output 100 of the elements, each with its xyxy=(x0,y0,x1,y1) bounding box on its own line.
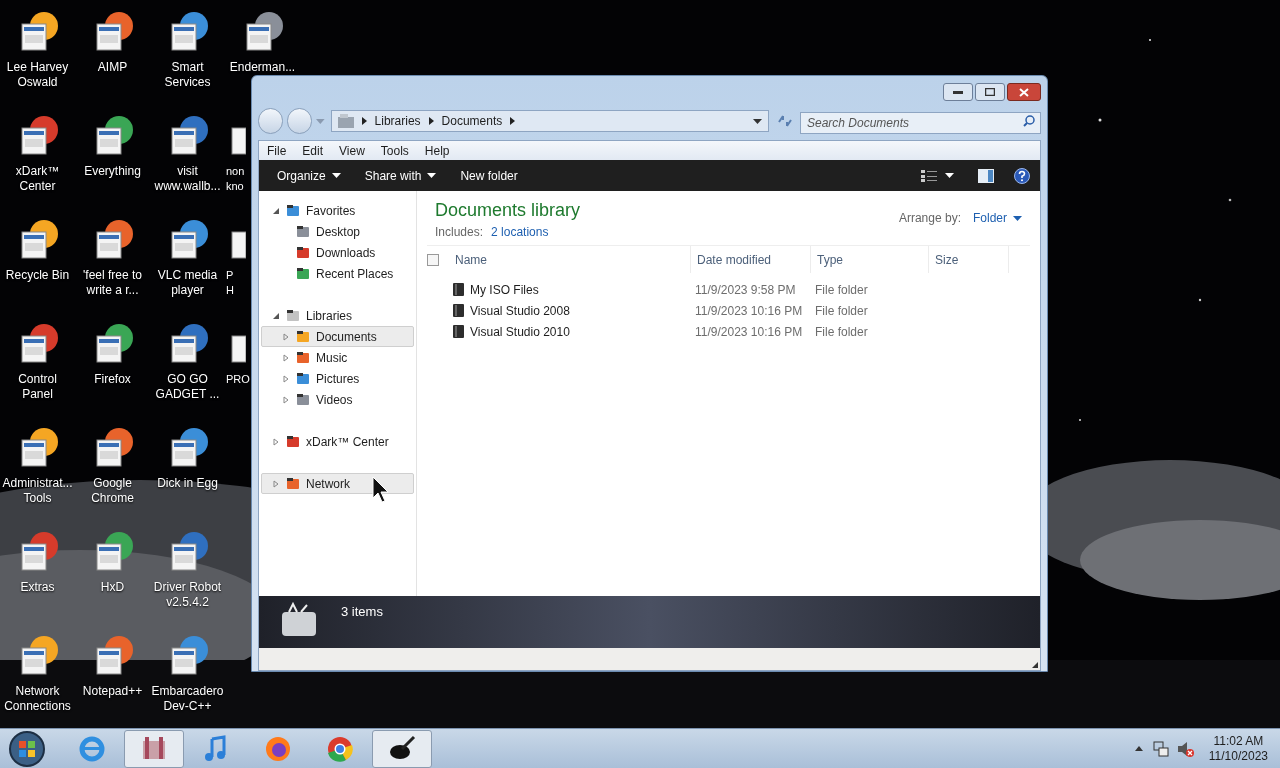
caret-icon xyxy=(1013,215,1022,221)
file-name[interactable]: Visual Studio 2008 xyxy=(470,301,570,320)
desktop-icon-label[interactable]: Administrat... Tools xyxy=(2,476,73,506)
desktop-icon-label[interactable]: PRO xyxy=(226,372,250,387)
nav-item[interactable]: xDark™ Center xyxy=(261,431,414,452)
minimize-button[interactable] xyxy=(943,83,973,101)
desktop-icon-label[interactable]: VLC media player xyxy=(157,268,218,298)
breadcrumb-arrow-icon[interactable] xyxy=(510,117,516,125)
desktop-icon-label[interactable]: Everything xyxy=(84,164,141,179)
expander-icon[interactable] xyxy=(282,353,290,362)
folder-icon xyxy=(286,435,300,448)
desktop-icon-label[interactable]: xDark™ Center xyxy=(15,164,60,194)
taskbar-button[interactable] xyxy=(372,729,432,768)
nav-item[interactable]: Recent Places xyxy=(261,263,414,284)
nav-item[interactable]: Documents xyxy=(261,326,414,347)
nav-item[interactable]: Libraries xyxy=(261,305,414,326)
fox-browser-icon xyxy=(264,734,292,763)
locations-link[interactable]: 2 locations xyxy=(491,223,549,241)
help-icon[interactable] xyxy=(1014,167,1030,184)
arrange-by-label: Arrange by: xyxy=(898,210,961,227)
expander-icon[interactable] xyxy=(282,374,290,383)
desktop-icon-label[interactable]: Recycle Bin xyxy=(5,268,70,283)
column-header[interactable]: Type xyxy=(811,246,929,273)
desktop-icon-label[interactable]: non kno xyxy=(226,164,245,194)
desktop-icon-label[interactable]: Google Chrome xyxy=(91,476,134,506)
nav-item[interactable]: Pictures xyxy=(261,368,414,389)
folder-icon xyxy=(296,267,310,280)
desktop-icon-label[interactable]: Firefox xyxy=(94,372,131,387)
folder-icon xyxy=(296,372,310,385)
view-list-icon[interactable] xyxy=(921,169,937,182)
folder-icon xyxy=(453,283,464,296)
show-hidden-icons-icon[interactable] xyxy=(1134,746,1143,751)
column-header[interactable]: Size xyxy=(929,246,1009,273)
breadcrumb-arrow-icon[interactable] xyxy=(361,117,367,125)
nav-item[interactable]: Videos xyxy=(261,389,414,410)
file-type: File folder xyxy=(815,281,869,299)
start-button[interactable] xyxy=(6,729,48,768)
close-button[interactable] xyxy=(1007,83,1041,101)
menu-item[interactable]: Tools xyxy=(380,141,409,160)
file-name[interactable]: My ISO Files xyxy=(470,280,539,299)
toolbar-button[interactable]: New folder xyxy=(452,163,526,188)
refresh-icon[interactable] xyxy=(776,114,792,128)
close-icon xyxy=(1019,87,1029,97)
clock-date: 11/10/2023 xyxy=(1208,748,1268,764)
desktop-icon-label[interactable]: Driver Robot v2.5.4.2 xyxy=(153,580,222,610)
desktop-icon-label[interactable]: Notepad++ xyxy=(82,684,143,699)
expander-icon[interactable] xyxy=(272,437,280,446)
folder-icon xyxy=(296,393,310,406)
expander-icon[interactable] xyxy=(272,311,280,320)
address-bar[interactable]: Libraries Documents xyxy=(330,110,769,132)
column-header[interactable]: Name xyxy=(449,246,691,273)
folder-icon xyxy=(296,246,310,259)
select-all-checkbox[interactable] xyxy=(427,253,439,266)
menu-item[interactable]: Edit xyxy=(302,141,324,160)
breadcrumb[interactable]: Libraries xyxy=(374,112,421,130)
desktop-icon-label[interactable]: visit www.wallb... xyxy=(154,164,221,194)
desktop-icon-label[interactable]: Smart Services xyxy=(164,60,211,90)
desktop-icon-label[interactable]: Enderman... xyxy=(229,60,296,75)
folder-icon xyxy=(453,304,464,317)
menu-item[interactable]: Help xyxy=(424,141,450,160)
desktop-icon-label[interactable]: Control Panel xyxy=(18,372,57,402)
preview-pane-icon[interactable] xyxy=(978,168,994,183)
desktop-icon-label[interactable]: Dick in Egg xyxy=(157,476,218,491)
expander-icon[interactable] xyxy=(272,206,280,215)
desktop-icon-label[interactable]: GO GO GADGET ... xyxy=(155,372,220,402)
breadcrumb-arrow-icon[interactable] xyxy=(428,117,434,125)
nav-item[interactable]: Downloads xyxy=(261,242,414,263)
desktop-icon-label[interactable]: P H xyxy=(226,268,234,298)
nav-item[interactable]: Music xyxy=(261,347,414,368)
desktop-icon-label[interactable]: Embarcadero Dev-C++ xyxy=(151,684,224,714)
nav-item[interactable]: Favorites xyxy=(261,200,414,221)
search-field[interactable]: Search Documents xyxy=(800,112,1041,134)
maximize-button[interactable] xyxy=(975,83,1005,101)
resize-grip-icon[interactable] xyxy=(1032,662,1038,668)
toolbar-button[interactable]: Organize xyxy=(269,163,349,188)
folder-icon xyxy=(453,325,464,338)
desktop-icon-label[interactable]: AIMP xyxy=(97,60,128,75)
menu-item[interactable]: File xyxy=(267,141,287,160)
folder-icon xyxy=(286,477,300,490)
volume-muted-icon[interactable] xyxy=(1176,740,1195,757)
folder-icon xyxy=(296,330,310,343)
desktop-icon-label[interactable]: HxD xyxy=(100,580,125,595)
caret-icon xyxy=(427,173,437,178)
column-header[interactable]: Date modified xyxy=(691,246,811,273)
breadcrumb[interactable]: Documents xyxy=(441,112,503,130)
desktop-icon-label[interactable]: 'feel free to write a r... xyxy=(83,268,142,298)
file-type: File folder xyxy=(815,323,869,341)
network-icon[interactable] xyxy=(1152,740,1169,757)
arrange-dropdown[interactable]: Folder xyxy=(973,209,1022,227)
search-icon xyxy=(1023,115,1035,127)
desktop-icon-label[interactable]: Network Connections xyxy=(4,684,71,714)
expander-icon[interactable] xyxy=(282,395,290,404)
toolbar-button[interactable]: Share with xyxy=(356,163,445,188)
clock[interactable]: 11:02 AM 11/10/2023 xyxy=(1208,733,1268,764)
desktop-icon-label[interactable]: Lee Harvey Oswald xyxy=(6,60,69,90)
nav-item[interactable]: Network xyxy=(261,473,414,494)
nav-item[interactable]: Desktop xyxy=(261,221,414,242)
file-name[interactable]: Visual Studio 2010 xyxy=(470,322,570,341)
desktop-icon-label[interactable]: Extras xyxy=(20,580,55,595)
menu-item[interactable]: View xyxy=(339,141,365,160)
